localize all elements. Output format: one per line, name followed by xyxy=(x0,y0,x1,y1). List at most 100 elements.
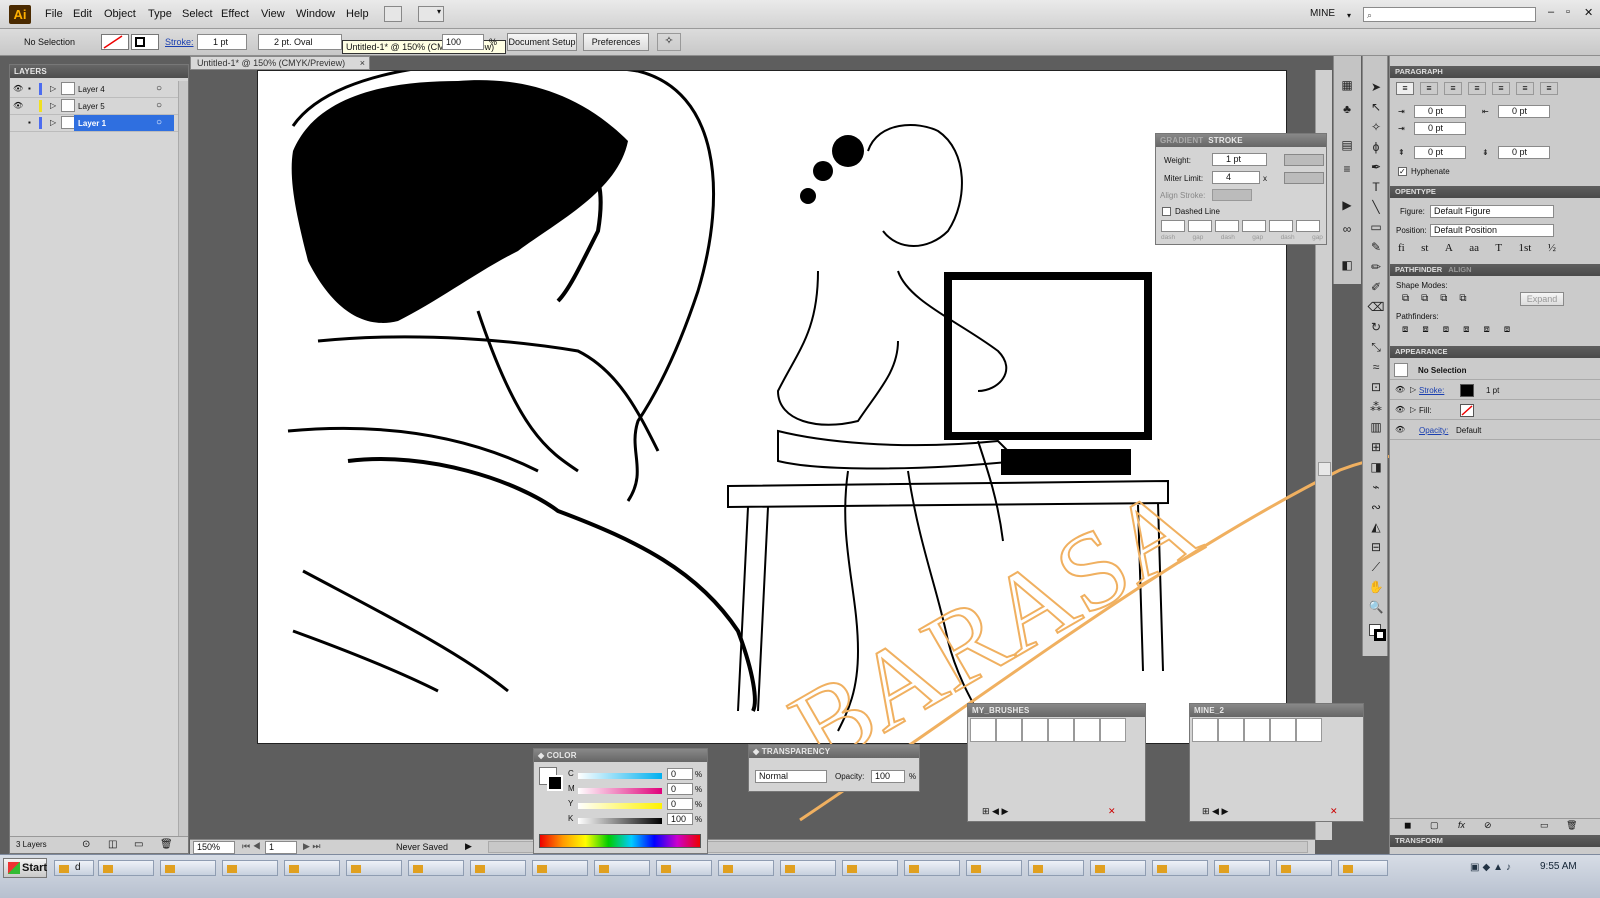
right-indent-input[interactable]: 0 pt xyxy=(1498,105,1550,118)
minus-front-icon[interactable]: ⧉ xyxy=(1421,293,1428,304)
trash-icon[interactable]: 🗑 xyxy=(1566,820,1577,831)
zoom-tool-icon[interactable]: 🔍 xyxy=(1367,598,1385,616)
merge-icon[interactable]: ⧈ xyxy=(1443,324,1449,335)
brush-library-icon[interactable]: ⊞ ◀ ▶ xyxy=(982,806,1008,817)
duplicate-item-icon[interactable]: ▭ xyxy=(1540,820,1549,831)
close-tab-icon[interactable]: × xyxy=(360,57,365,69)
remove-brush-icon[interactable]: ✕ xyxy=(1108,806,1116,817)
taskbar-item[interactable] xyxy=(656,860,712,876)
appearance-stroke-row[interactable]: 👁 ▷ Stroke: 1 pt xyxy=(1390,381,1600,400)
taskbar-item[interactable] xyxy=(842,860,898,876)
gap-field[interactable] xyxy=(1296,220,1320,232)
brush-swatch[interactable] xyxy=(1218,718,1244,742)
mesh-icon[interactable]: ⊞ xyxy=(1367,438,1385,456)
first-line-indent-input[interactable]: 0 pt xyxy=(1414,122,1466,135)
hyphenate-checkbox[interactable]: ✓ xyxy=(1398,167,1407,176)
pencil-icon[interactable]: ✏ xyxy=(1367,258,1385,276)
titling-alternates-button[interactable]: T xyxy=(1495,242,1502,254)
menu-file[interactable]: File xyxy=(45,8,63,20)
appearance-opacity-label[interactable]: Opacity: xyxy=(1419,426,1448,435)
menu-type[interactable]: Type xyxy=(148,8,172,20)
blend-mode-select[interactable]: Normal xyxy=(755,770,827,783)
exclude-icon[interactable]: ⧉ xyxy=(1459,293,1466,304)
intersect-icon[interactable]: ⧉ xyxy=(1440,293,1447,304)
pen-tool-icon[interactable]: ✒ xyxy=(1367,158,1385,176)
slice-tool-icon[interactable]: ⟋ xyxy=(1367,558,1385,576)
opacity-input[interactable]: 100 xyxy=(442,34,484,50)
status-menu-icon[interactable]: ▶ xyxy=(465,841,472,852)
column-graph-icon[interactable]: ▥ xyxy=(1367,418,1385,436)
layer-row[interactable]: 👁 ▷ Layer 5 ○ xyxy=(10,98,188,115)
fill-swatch[interactable] xyxy=(101,34,129,50)
artboard-tool-icon[interactable]: ⊟ xyxy=(1367,538,1385,556)
eye-icon[interactable]: 👁 xyxy=(13,84,23,93)
align-left-icon[interactable]: ≡ xyxy=(1396,82,1414,95)
clipping-mask-icon[interactable]: ◫ xyxy=(108,839,117,850)
gradient-tool-icon[interactable]: ◨ xyxy=(1367,458,1385,476)
ordinals-button[interactable]: 1st xyxy=(1518,242,1531,254)
taskbar-item[interactable] xyxy=(1214,860,1270,876)
brush-swatch[interactable] xyxy=(1100,718,1126,742)
close-icon[interactable]: ✕ xyxy=(1584,6,1593,19)
menu-view[interactable]: View xyxy=(261,8,285,20)
artboard-number-input[interactable]: 1 xyxy=(265,841,297,854)
appearance-opacity-row[interactable]: 👁 Opacity: Default xyxy=(1390,421,1600,440)
brush-swatch[interactable] xyxy=(1048,718,1074,742)
menu-help[interactable]: Help xyxy=(346,8,369,20)
stroke-indicator[interactable] xyxy=(1374,629,1386,641)
brush-swatch[interactable] xyxy=(1022,718,1048,742)
brush-library-icon[interactable]: ⊞ ◀ ▶ xyxy=(1202,806,1228,817)
workspace-switcher[interactable]: MINE xyxy=(1310,8,1335,19)
taskbar-item[interactable] xyxy=(1152,860,1208,876)
remove-brush-icon[interactable]: ✕ xyxy=(1330,806,1338,817)
clear-appearance-icon[interactable]: ⊘ xyxy=(1484,820,1492,831)
left-indent-input[interactable]: 0 pt xyxy=(1414,105,1466,118)
stroke-label[interactable]: Stroke: xyxy=(165,37,194,47)
expand-triangle-icon[interactable]: ▷ xyxy=(50,118,56,127)
justify-all-icon[interactable]: ≡ xyxy=(1540,82,1558,95)
first-artboard-icon[interactable]: ⏮ ◀ xyxy=(242,841,261,852)
preferences-button[interactable]: Preferences xyxy=(583,33,649,51)
menu-select[interactable]: Select xyxy=(182,8,213,20)
taskbar-item[interactable] xyxy=(904,860,960,876)
links-icon[interactable]: ∞ xyxy=(1338,220,1356,238)
lasso-icon[interactable]: ϕ xyxy=(1367,138,1385,156)
space-before-input[interactable]: 0 pt xyxy=(1414,146,1466,159)
dashed-line-checkbox[interactable] xyxy=(1162,207,1171,216)
brush-swatch[interactable] xyxy=(1192,718,1218,742)
graphic-styles-icon[interactable]: ◧ xyxy=(1338,256,1356,274)
rotate-icon[interactable]: ↻ xyxy=(1367,318,1385,336)
cap-buttons[interactable] xyxy=(1284,154,1324,166)
taskbar-item[interactable] xyxy=(346,860,402,876)
target-icon[interactable]: ○ xyxy=(156,117,162,128)
menu-edit[interactable]: Edit xyxy=(73,8,92,20)
taskbar-item[interactable] xyxy=(780,860,836,876)
symbols-icon[interactable]: ♣ xyxy=(1338,100,1356,118)
minus-back-icon[interactable]: ⧈ xyxy=(1504,324,1510,335)
type-tool-icon[interactable]: T xyxy=(1367,178,1385,196)
yellow-input[interactable]: 0 xyxy=(667,798,693,810)
dash-field[interactable] xyxy=(1215,220,1239,232)
cyan-slider[interactable] xyxy=(578,773,662,779)
fill-none-swatch[interactable] xyxy=(1460,404,1474,417)
paintbrush-icon[interactable]: ✎ xyxy=(1367,238,1385,256)
eye-icon[interactable]: 👁 xyxy=(1395,405,1405,414)
taskbar-item[interactable] xyxy=(98,860,154,876)
live-paint-icon[interactable]: ◭ xyxy=(1367,518,1385,536)
maximize-icon[interactable]: ▫ xyxy=(1566,6,1570,18)
arrange-documents-icon[interactable]: ▾ xyxy=(418,6,444,22)
tab-gradient[interactable]: GRADIENT xyxy=(1160,136,1203,145)
bridge-icon[interactable] xyxy=(384,6,402,22)
position-select[interactable]: Default Position xyxy=(1430,224,1554,237)
eraser-icon[interactable]: ⌫ xyxy=(1367,298,1385,316)
stroke-swatch[interactable] xyxy=(131,34,159,50)
brush-swatch[interactable] xyxy=(1296,718,1322,742)
layer-row[interactable]: 👁 ▪ ▷ Layer 4 ○ xyxy=(10,81,188,98)
target-icon[interactable]: ○ xyxy=(156,100,162,111)
taskbar-item[interactable] xyxy=(284,860,340,876)
stroke-color-box[interactable] xyxy=(547,775,563,791)
black-slider[interactable] xyxy=(578,818,662,824)
layer-name[interactable]: Layer 5 xyxy=(78,102,105,111)
align-right-icon[interactable]: ≡ xyxy=(1444,82,1462,95)
brush-swatch[interactable] xyxy=(970,718,996,742)
